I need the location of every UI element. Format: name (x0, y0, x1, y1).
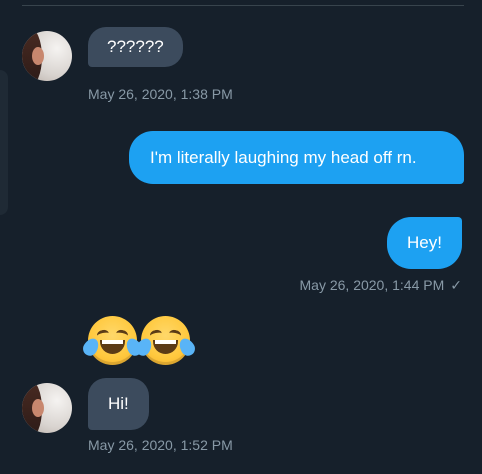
top-divider (22, 5, 464, 6)
face-with-tears-of-joy-icon (80, 316, 145, 365)
outgoing-message-bubble[interactable]: Hey! (387, 217, 462, 269)
emoji-message[interactable] (80, 316, 198, 365)
sender-avatar[interactable] (22, 31, 72, 81)
sender-avatar[interactable] (22, 383, 72, 433)
face-with-tears-of-joy-icon (133, 316, 198, 365)
message-timestamp: May 26, 2020, 1:44 PM (299, 277, 445, 293)
incoming-message-bubble[interactable]: Hi! (88, 378, 149, 430)
message-timestamp-row: May 26, 2020, 1:44 PM ✓ (300, 277, 463, 294)
message-timestamp: May 26, 2020, 1:52 PM (88, 437, 233, 453)
check-icon: ✓ (450, 277, 462, 293)
side-panel-edge (0, 70, 8, 215)
outgoing-message-bubble[interactable]: I'm literally laughing my head off rn. (129, 131, 464, 184)
message-timestamp: May 26, 2020, 1:38 PM (88, 86, 233, 102)
incoming-message-bubble[interactable]: ?????? (88, 27, 183, 67)
